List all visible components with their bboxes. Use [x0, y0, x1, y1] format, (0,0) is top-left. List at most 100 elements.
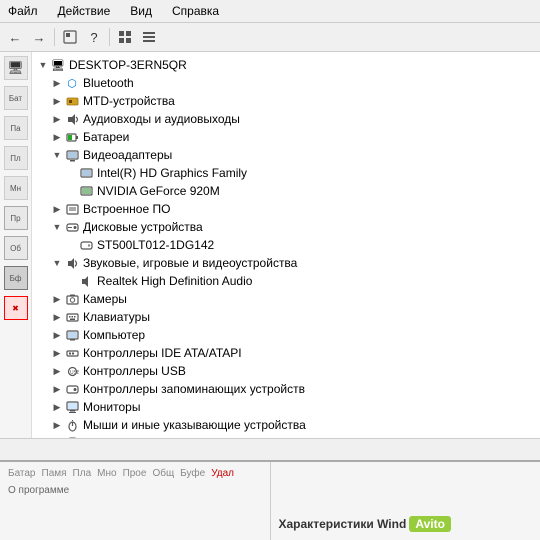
- audio-icon: [64, 111, 80, 127]
- sound-icon: [64, 255, 80, 271]
- label-ide: Контроллеры IDE ATA/ATAPI: [83, 346, 242, 360]
- expand-icon-mtd: ▶: [50, 94, 64, 108]
- mtd-icon: [64, 93, 80, 109]
- tree-root[interactable]: ▼ 🖥 DESKTOP-3ERN5QR: [32, 56, 540, 74]
- avito-label: Avito: [415, 517, 445, 531]
- video-icon: [64, 147, 80, 163]
- tree-node-keyboards[interactable]: ▶ Клавиатуры: [32, 308, 540, 326]
- expand-icon-monitors: ▶: [50, 400, 64, 414]
- tree-node-intel-gpu[interactable]: ▶ Intel(R) HD Graphics Family: [32, 164, 540, 182]
- expand-icon-usb: ▶: [50, 364, 64, 378]
- details-button[interactable]: [138, 26, 160, 48]
- statusbar: [0, 438, 540, 460]
- label-sound: Звуковые, игровые и видеоустройства: [83, 256, 297, 270]
- label-computer: Компьютер: [83, 328, 145, 342]
- prop-label-memory: Памя: [42, 468, 67, 479]
- prop-label-share: Общ: [152, 468, 174, 479]
- label-firmware: Встроенное ПО: [83, 202, 170, 216]
- content-area: ▼ 🖥 DESKTOP-3ERN5QR ▶ ⬡ Bluetooth ▶ MT: [32, 52, 540, 438]
- sidebar-icon-multi[interactable]: Мн: [4, 176, 28, 200]
- bottom-panel: Батар Памя Пла Мно Прое Общ Буфе Удал О …: [0, 460, 540, 540]
- avito-badge: Avito: [409, 516, 451, 532]
- storage-icon: [64, 381, 80, 397]
- sidebar-icon-share[interactable]: Об: [4, 236, 28, 260]
- expand-icon-video: ▼: [50, 148, 64, 162]
- tree-node-battery[interactable]: ▶ Батареи: [32, 128, 540, 146]
- label-audio: Аудиовходы и аудиовыходы: [83, 112, 240, 126]
- disk-icon: [64, 219, 80, 235]
- hdd-icon: [78, 237, 94, 253]
- tree-node-hdd[interactable]: ▶ ST500LT012-1DG142: [32, 236, 540, 254]
- help-button[interactable]: ?: [83, 26, 105, 48]
- properties-button[interactable]: [59, 26, 81, 48]
- sidebar-icon-plan[interactable]: Пл: [4, 146, 28, 170]
- label-keyboards: Клавиатуры: [83, 310, 150, 324]
- battery-icon: [64, 129, 80, 145]
- toolbar-separator2: [109, 28, 110, 46]
- firmware-icon: [64, 201, 80, 217]
- tree-node-disk[interactable]: ▼ Дисковые устройства: [32, 218, 540, 236]
- ide-icon: [64, 345, 80, 361]
- bottom-right-panel: Характеристики Wind Avito: [271, 462, 540, 540]
- sidebar-icon-battery[interactable]: Бат: [4, 86, 28, 110]
- label-mtd: MTD-устройства: [83, 94, 175, 108]
- forward-button[interactable]: →: [28, 26, 50, 48]
- tree-container[interactable]: ▼ 🖥 DESKTOP-3ERN5QR ▶ ⬡ Bluetooth ▶ MT: [32, 52, 540, 438]
- menubar: Файл Действие Вид Справка: [0, 0, 540, 23]
- back-button[interactable]: ←: [4, 26, 26, 48]
- menu-view[interactable]: Вид: [126, 2, 156, 20]
- main-area: 🖥 Бат Па Пл Мн Пр Об Бф ✖: [0, 52, 540, 438]
- sidebar-icon-proj[interactable]: Пр: [4, 206, 28, 230]
- label-bluetooth: Bluetooth: [83, 76, 134, 90]
- expand-icon-bluetooth: ▶: [50, 76, 64, 90]
- tree-node-audio[interactable]: ▶ Аудиовходы и аудиовыходы: [32, 110, 540, 128]
- monitors-icon: [64, 399, 80, 415]
- root-label: DESKTOP-3ERN5QR: [69, 58, 187, 72]
- expand-icon-storage: ▶: [50, 382, 64, 396]
- prop-label-buf: Буфе: [180, 468, 205, 479]
- tree-node-realtek[interactable]: ▶ Realtek High Definition Audio: [32, 272, 540, 290]
- realtek-icon: [78, 273, 94, 289]
- tree-node-computer[interactable]: ▶ Компьютер: [32, 326, 540, 344]
- sidebar-icon-memory[interactable]: Па: [4, 116, 28, 140]
- expand-icon-firmware: ▶: [50, 202, 64, 216]
- keyboards-icon: [64, 309, 80, 325]
- sidebar-icon-buf[interactable]: Бф: [4, 266, 28, 290]
- sidebar-icon-del[interactable]: ✖: [4, 296, 28, 320]
- label-cameras: Камеры: [83, 292, 127, 306]
- tree-node-ide[interactable]: ▶ Контроллеры IDE ATA/ATAPI: [32, 344, 540, 362]
- label-nvidia-gpu: NVIDIA GeForce 920M: [97, 184, 220, 198]
- tree-node-cameras[interactable]: ▶ Камеры: [32, 290, 540, 308]
- tree-node-video[interactable]: ▼ Видеоадаптеры: [32, 146, 540, 164]
- tree-node-bluetooth[interactable]: ▶ ⬡ Bluetooth: [32, 74, 540, 92]
- sidebar-icon-computer[interactable]: 🖥: [4, 56, 28, 80]
- tree-node-mtd[interactable]: ▶ MTD-устройства: [32, 92, 540, 110]
- prop-label-del: Удал: [211, 468, 234, 479]
- label-video: Видеоадаптеры: [83, 148, 172, 162]
- label-monitors: Мониторы: [83, 400, 140, 414]
- bluetooth-icon: ⬡: [64, 75, 80, 91]
- expand-icon-root: ▼: [36, 58, 50, 72]
- usb-icon: USB: [64, 363, 80, 379]
- intel-icon: [78, 165, 94, 181]
- tree-node-usb[interactable]: ▶ USB Контроллеры USB: [32, 362, 540, 380]
- label-hdd: ST500LT012-1DG142: [97, 238, 214, 252]
- tree-node-storage[interactable]: ▶ Контроллеры запоминающих устройств: [32, 380, 540, 398]
- tree-node-mice[interactable]: ▶ Мыши и иные указывающие устройства: [32, 416, 540, 434]
- prop-label-battery: Батар: [8, 468, 36, 479]
- tree-node-firmware[interactable]: ▶ Встроенное ПО: [32, 200, 540, 218]
- expand-icon-audio: ▶: [50, 112, 64, 126]
- tree-node-nvidia-gpu[interactable]: ▶ NVIDIA GeForce 920M: [32, 182, 540, 200]
- toolbar: ← → ?: [0, 23, 540, 52]
- expand-icon-sound: ▼: [50, 256, 64, 270]
- bottom-left-panel: Батар Памя Пла Мно Прое Общ Буфе Удал О …: [0, 462, 271, 540]
- label-mice: Мыши и иные указывающие устройства: [83, 418, 306, 432]
- menu-help[interactable]: Справка: [168, 2, 223, 20]
- tree-node-monitors[interactable]: ▶ Мониторы: [32, 398, 540, 416]
- tree-node-sound[interactable]: ▼ Звуковые, игровые и видеоустройства: [32, 254, 540, 272]
- view-button[interactable]: [114, 26, 136, 48]
- menu-file[interactable]: Файл: [4, 2, 42, 20]
- menu-action[interactable]: Действие: [54, 2, 115, 20]
- label-disk: Дисковые устройства: [83, 220, 203, 234]
- prop-label-multi: Мно: [97, 468, 116, 479]
